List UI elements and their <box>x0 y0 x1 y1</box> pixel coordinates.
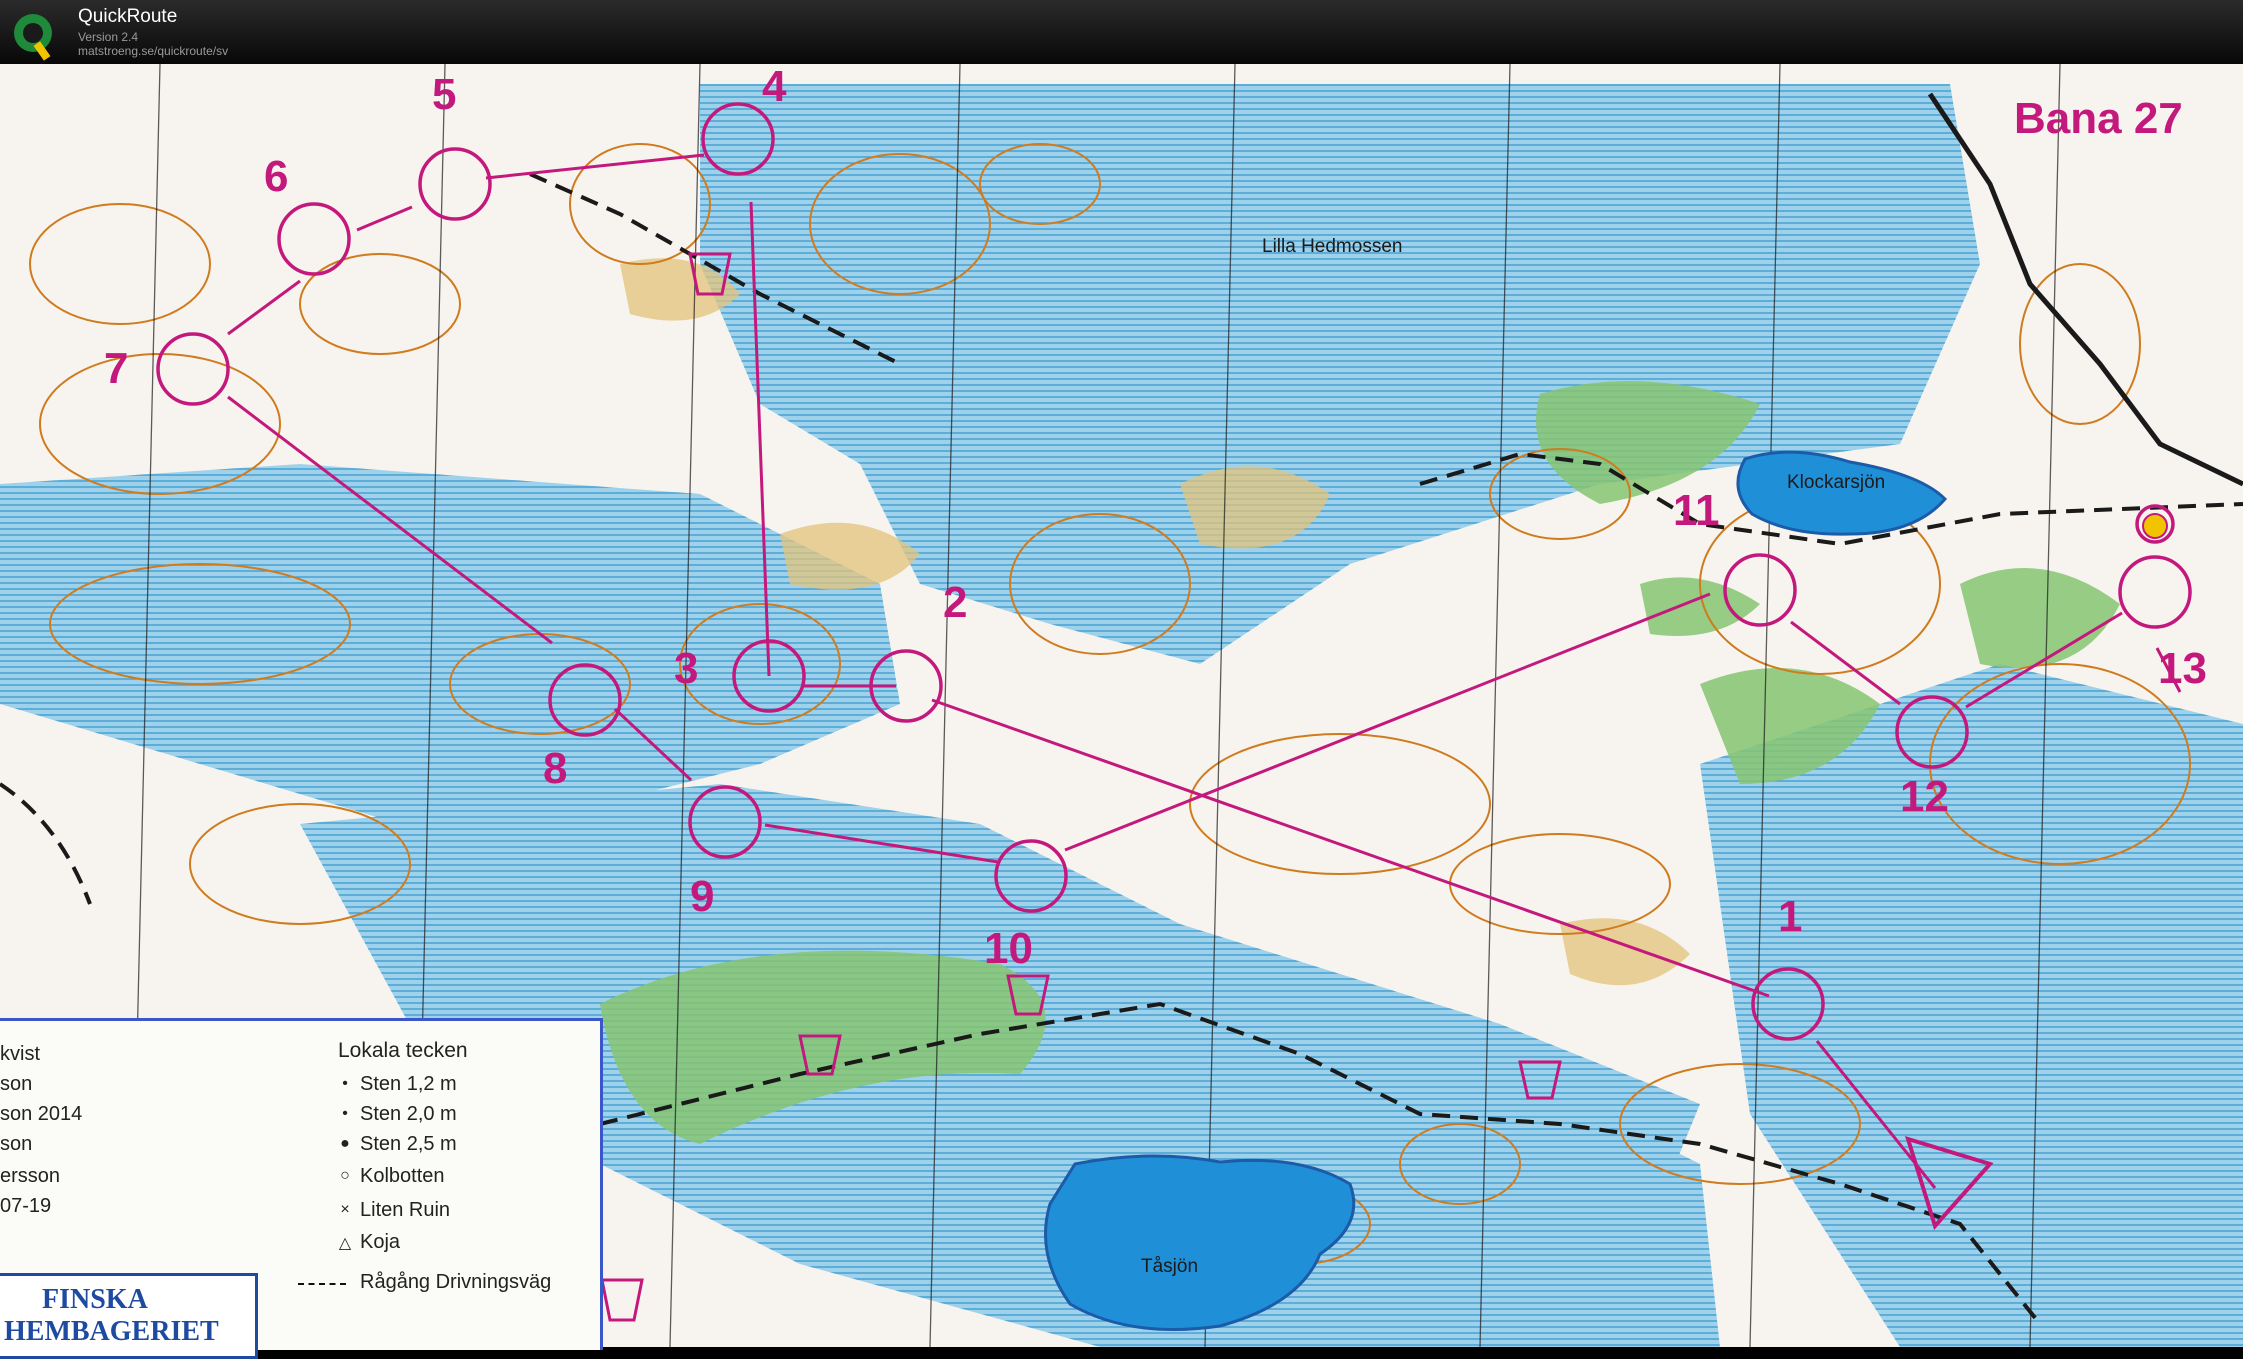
app-name: QuickRoute <box>78 6 178 27</box>
control-number-12: 12 <box>1900 772 1949 821</box>
control-number-2: 2 <box>943 578 968 627</box>
credit-line: 07-19 <box>0 1195 52 1217</box>
boulder-medium-icon: • <box>342 1105 348 1122</box>
credit-line: son <box>0 1073 33 1095</box>
hut-icon: △ <box>338 1235 352 1252</box>
ruin-icon: × <box>340 1201 350 1218</box>
legend-item: Koja <box>360 1231 401 1253</box>
control-number-8: 8 <box>543 744 568 793</box>
sponsor-line: HEMBAGERIET <box>4 1316 219 1347</box>
app-url: matstroeng.se/quickroute/sv <box>78 44 229 58</box>
boundary-line-icon <box>298 1283 346 1285</box>
control-number-6: 6 <box>264 152 289 201</box>
legend-item: Sten 2,0 m <box>360 1103 457 1125</box>
map-legend: kvist son son 2014 son ersson 07-19 Loka… <box>0 1018 603 1359</box>
charcoal-pit-icon: ○ <box>340 1167 350 1184</box>
credit-line: son 2014 <box>0 1103 83 1125</box>
legend-item: Rågång Drivningsväg <box>360 1271 552 1293</box>
control-number-3: 3 <box>674 644 699 693</box>
credit-line: kvist <box>0 1043 40 1065</box>
sponsor-line: FINSKA <box>42 1284 148 1315</box>
control-number-11: 11 <box>1673 486 1720 535</box>
control-number-1: 1 <box>1778 892 1803 941</box>
control-number-13: 13 <box>2158 644 2207 693</box>
control-number-10: 10 <box>984 924 1033 973</box>
legend-title: Lokala tecken <box>338 1039 468 1062</box>
legend-item: Sten 2,5 m <box>360 1133 457 1155</box>
control-number-5: 5 <box>432 70 457 119</box>
course-label: Bana 27 <box>2014 94 2183 143</box>
credit-line: ersson <box>0 1165 61 1187</box>
credit-line: son <box>0 1133 33 1155</box>
control-number-9: 9 <box>690 872 715 921</box>
legend-item: Sten 1,2 m <box>360 1073 457 1095</box>
place-lilla-hedmossen: Lilla Hedmossen <box>1262 236 1403 257</box>
legend-item: Liten Ruin <box>360 1199 451 1221</box>
boulder-small-icon: • <box>342 1075 348 1092</box>
quickroute-logo-icon <box>14 14 52 61</box>
place-klockarsjon: Klockarsjön <box>1787 472 1886 493</box>
boulder-large-icon: ● <box>340 1135 350 1152</box>
control-number-7: 7 <box>104 344 129 393</box>
sponsor-logo: FINSKA HEMBAGERIET <box>0 1273 258 1359</box>
app-titlebar: QuickRoute Version 2.4 matstroeng.se/qui… <box>0 0 2243 64</box>
place-tasjon: Tåsjön <box>1141 1256 1199 1277</box>
control-number-4: 4 <box>762 64 787 111</box>
yellow-marker-icon <box>2142 513 2168 539</box>
legend-item: Kolbotten <box>360 1165 445 1187</box>
app-version: Version 2.4 <box>78 30 139 44</box>
